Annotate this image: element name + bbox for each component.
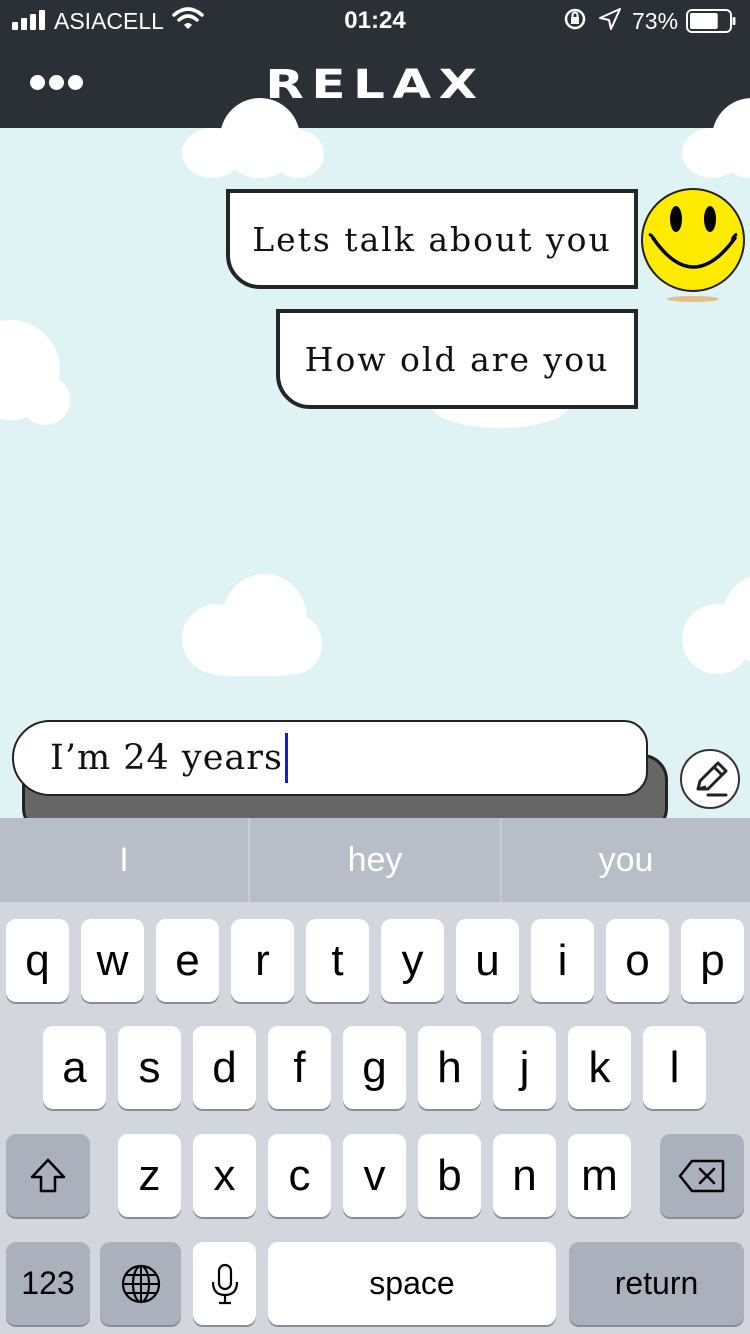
chat-bubble: Lets talk about you [226,189,638,289]
backspace-icon [678,1159,725,1192]
suggestion-item[interactable]: I [0,818,248,902]
chat-bubble: How old are you [276,309,638,409]
key-s[interactable]: s [118,1026,181,1109]
cloud-decoration [682,574,750,678]
key-a[interactable]: a [43,1026,106,1109]
key-o[interactable]: o [606,919,669,1002]
cloud-decoration [182,98,327,180]
shift-key[interactable] [6,1134,90,1217]
backspace-key[interactable] [660,1134,744,1217]
key-k[interactable]: k [568,1026,631,1109]
return-key[interactable]: return [569,1242,744,1325]
key-t[interactable]: t [306,919,369,1002]
key-i[interactable]: i [531,919,594,1002]
key-x[interactable]: x [193,1134,256,1217]
smiley-face-icon [641,188,745,302]
status-bar: ASIACELL 01:24 73% [0,0,750,42]
key-h[interactable]: h [418,1026,481,1109]
key-e[interactable]: e [156,919,219,1002]
globe-key[interactable] [100,1242,181,1325]
message-input-text: I’m 24 years [50,738,283,778]
app-title: RELAX [265,62,485,108]
location-arrow-icon [599,8,621,30]
numbers-key[interactable]: 123 [6,1242,90,1325]
key-l[interactable]: l [643,1026,706,1109]
key-n[interactable]: n [493,1134,556,1217]
globe-icon [121,1264,160,1303]
key-c[interactable]: c [268,1134,331,1217]
dictation-key[interactable] [193,1242,256,1325]
text-caret [284,733,288,783]
battery-percent: 73% [632,8,679,34]
suggestion-item[interactable]: hey [250,818,500,902]
edit-button[interactable] [680,749,740,809]
pencil-icon [696,761,728,797]
key-d[interactable]: d [193,1026,256,1109]
suggestion-item[interactable]: you [502,818,750,902]
key-p[interactable]: p [681,919,744,1002]
message-input[interactable]: I’m 24 years [12,720,648,796]
key-q[interactable]: q [6,919,69,1002]
battery-icon [686,9,736,33]
suggestion-bar: I hey you [0,818,750,902]
key-f[interactable]: f [268,1026,331,1109]
shift-icon [30,1158,66,1192]
key-u[interactable]: u [456,919,519,1002]
rotation-lock-icon [564,8,586,30]
key-v[interactable]: v [343,1134,406,1217]
keyboard: I hey you q w e r t y u i o p a s d f g … [0,818,750,1334]
microphone-icon [211,1263,238,1304]
key-m[interactable]: m [568,1134,631,1217]
cloud-decoration [182,574,327,678]
key-z[interactable]: z [118,1134,181,1217]
key-y[interactable]: y [381,919,444,1002]
top-bar: ASIACELL 01:24 73% RELAX [0,0,750,128]
key-r[interactable]: r [231,919,294,1002]
key-w[interactable]: w [81,919,144,1002]
cloud-decoration [0,320,75,430]
space-key[interactable]: space [268,1242,556,1325]
key-j[interactable]: j [493,1026,556,1109]
key-b[interactable]: b [418,1134,481,1217]
cloud-decoration [682,98,750,178]
key-g[interactable]: g [343,1026,406,1109]
